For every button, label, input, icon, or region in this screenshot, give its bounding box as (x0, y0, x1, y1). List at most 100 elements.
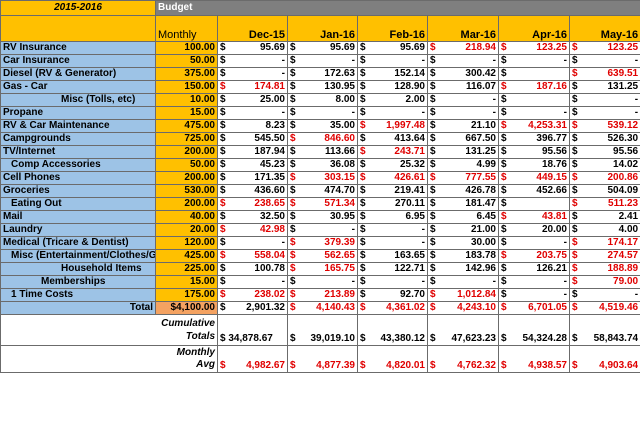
monthly-budget-cell[interactable]: 200.00 (155, 197, 218, 211)
expense-cell[interactable]: $25.32 (357, 158, 428, 172)
cumulative-cell[interactable]: $47,623.23 (427, 314, 499, 346)
expense-cell[interactable]: $1,997.48 (357, 119, 428, 133)
expense-cell[interactable]: $474.70 (287, 184, 358, 198)
expense-cell[interactable]: $667.50 (427, 132, 499, 146)
expense-cell[interactable]: $300.42 (427, 67, 499, 81)
expense-cell[interactable]: $ - (568, 93, 640, 107)
expense-cell[interactable]: $4.00 (568, 223, 640, 237)
monthly-budget-cell[interactable]: 50.00 (155, 54, 218, 68)
expense-cell[interactable]: $18.76 (498, 158, 570, 172)
expense-cell[interactable]: $238.02 (217, 288, 288, 302)
monthly-budget-cell[interactable]: 100.00 (155, 41, 218, 55)
expense-cell[interactable]: $174.81 (217, 80, 288, 94)
monthly-budget-cell[interactable]: 50.00 (155, 158, 218, 172)
expense-cell[interactable]: $79.00 (568, 275, 640, 289)
total-budget-cell[interactable]: $4,100.00 (155, 301, 218, 315)
expense-cell[interactable]: $6.45 (427, 210, 499, 224)
expense-cell[interactable]: $100.78 (217, 262, 288, 276)
expense-cell[interactable]: $426.61 (357, 171, 428, 185)
expense-cell[interactable]: $95.69 (287, 41, 358, 55)
expense-cell[interactable]: $ - (498, 106, 570, 120)
cumulative-cell[interactable]: $54,324.28 (498, 314, 570, 346)
cumulative-cell[interactable]: $43,380.12 (357, 314, 428, 346)
expense-cell[interactable]: $504.09 (568, 184, 640, 198)
monthly-budget-cell[interactable]: 475.00 (155, 119, 218, 133)
expense-cell[interactable]: $36.08 (287, 158, 358, 172)
expense-cell[interactable]: $ (498, 67, 570, 81)
expense-cell[interactable]: $ - (568, 106, 640, 120)
expense-cell[interactable]: $131.25 (568, 80, 640, 94)
expense-cell[interactable]: $95.69 (217, 41, 288, 55)
expense-cell[interactable]: $ (498, 93, 570, 107)
expense-cell[interactable]: $449.15 (498, 171, 570, 185)
average-cell[interactable]: $4,820.01 (357, 345, 428, 373)
expense-cell[interactable]: $ - (498, 54, 570, 68)
expense-cell[interactable]: $413.64 (357, 132, 428, 146)
expense-cell[interactable]: $152.14 (357, 67, 428, 81)
expense-cell[interactable]: $131.25 (427, 145, 499, 159)
monthly-budget-cell[interactable]: 20.00 (155, 223, 218, 237)
expense-cell[interactable]: $ - (287, 54, 358, 68)
expense-cell[interactable]: $6.95 (357, 210, 428, 224)
average-cell[interactable]: $4,903.64 (568, 345, 640, 373)
cumulative-cell[interactable]: $39,019.10 (287, 314, 358, 346)
expense-cell[interactable]: $ - (357, 54, 428, 68)
expense-cell[interactable]: $218.94 (427, 41, 499, 55)
average-cell[interactable]: $4,938.57 (498, 345, 570, 373)
average-cell[interactable]: $4,762.32 (427, 345, 499, 373)
expense-cell[interactable]: $2.00 (357, 93, 428, 107)
expense-cell[interactable]: $113.66 (287, 145, 358, 159)
expense-cell[interactable]: $8.00 (287, 93, 358, 107)
expense-cell[interactable]: $14.02 (568, 158, 640, 172)
total-cell-value[interactable]: $4,519.46 (568, 301, 640, 315)
expense-cell[interactable]: $187.16 (498, 80, 570, 94)
expense-cell[interactable]: $30.95 (287, 210, 358, 224)
expense-cell[interactable]: $163.65 (357, 249, 428, 263)
monthly-budget-cell[interactable]: 200.00 (155, 145, 218, 159)
expense-cell[interactable]: $30.00 (427, 236, 499, 250)
expense-cell[interactable]: $20.00 (498, 223, 570, 237)
expense-cell[interactable]: $526.30 (568, 132, 640, 146)
expense-cell[interactable]: $511.23 (568, 197, 640, 211)
expense-cell[interactable]: $122.71 (357, 262, 428, 276)
expense-cell[interactable]: $ - (357, 236, 428, 250)
expense-cell[interactable]: $92.70 (357, 288, 428, 302)
monthly-budget-cell[interactable]: 40.00 (155, 210, 218, 224)
expense-cell[interactable]: $172.63 (287, 67, 358, 81)
total-cell-value[interactable]: $4,140.43 (287, 301, 358, 315)
expense-cell[interactable]: $ - (357, 275, 428, 289)
expense-cell[interactable]: $4,253.31 (498, 119, 570, 133)
total-cell-value[interactable]: $4,361.02 (357, 301, 428, 315)
cumulative-first-cell[interactable]: $ 34,878.67 (217, 314, 288, 346)
expense-cell[interactable]: $21.00 (427, 223, 499, 237)
expense-cell[interactable]: $274.57 (568, 249, 640, 263)
expense-cell[interactable]: $1,012.84 (427, 288, 499, 302)
expense-cell[interactable]: $95.69 (357, 41, 428, 55)
expense-cell[interactable]: $ - (498, 236, 570, 250)
monthly-budget-cell[interactable]: 725.00 (155, 132, 218, 146)
expense-cell[interactable]: $2.41 (568, 210, 640, 224)
expense-cell[interactable]: $95.56 (568, 145, 640, 159)
expense-cell[interactable]: $ - (568, 54, 640, 68)
expense-cell[interactable]: $777.55 (427, 171, 499, 185)
monthly-budget-cell[interactable]: 200.00 (155, 171, 218, 185)
expense-cell[interactable]: $32.50 (217, 210, 288, 224)
expense-cell[interactable]: $ - (427, 275, 499, 289)
expense-cell[interactable]: $ - (217, 275, 288, 289)
monthly-budget-cell[interactable]: 225.00 (155, 262, 218, 276)
expense-cell[interactable]: $ - (427, 54, 499, 68)
expense-cell[interactable]: $ - (427, 106, 499, 120)
monthly-budget-cell[interactable]: 15.00 (155, 275, 218, 289)
expense-cell[interactable]: $188.89 (568, 262, 640, 276)
expense-cell[interactable]: $426.78 (427, 184, 499, 198)
expense-cell[interactable]: $ - (217, 106, 288, 120)
monthly-budget-cell[interactable]: 425.00 (155, 249, 218, 263)
expense-cell[interactable]: $43.81 (498, 210, 570, 224)
expense-cell[interactable]: $123.25 (498, 41, 570, 55)
expense-cell[interactable]: $219.41 (357, 184, 428, 198)
expense-cell[interactable]: $639.51 (568, 67, 640, 81)
expense-cell[interactable]: $303.15 (287, 171, 358, 185)
monthly-budget-cell[interactable]: 120.00 (155, 236, 218, 250)
expense-cell[interactable]: $126.21 (498, 262, 570, 276)
expense-cell[interactable]: $539.12 (568, 119, 640, 133)
